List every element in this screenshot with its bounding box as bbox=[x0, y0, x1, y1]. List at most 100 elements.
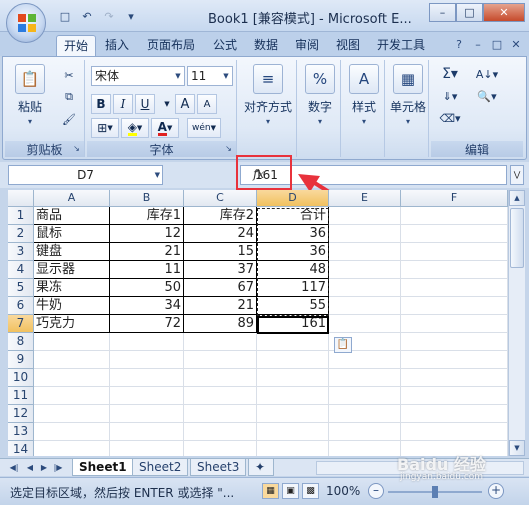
cell[interactable] bbox=[329, 225, 401, 243]
cell[interactable]: 89 bbox=[184, 315, 257, 333]
cell[interactable] bbox=[329, 297, 401, 315]
column-header[interactable]: B bbox=[110, 190, 184, 207]
cell[interactable]: 显示器 bbox=[34, 261, 110, 279]
cell[interactable] bbox=[401, 207, 508, 225]
worksheet-grid[interactable]: A B C D E F 1 商品 库存1 库存2 合计 2 鼠标 12 24 36 3 键盘 21 15 3… bbox=[8, 190, 508, 456]
vertical-scrollbar[interactable]: ▲ ▼ bbox=[508, 190, 525, 456]
office-button[interactable] bbox=[6, 3, 46, 43]
restore-icon[interactable]: □ bbox=[490, 37, 504, 51]
cell[interactable]: 合计 bbox=[257, 207, 329, 225]
row-header[interactable]: 14 bbox=[8, 441, 34, 456]
save-icon[interactable]: □ bbox=[56, 7, 74, 25]
cell[interactable] bbox=[329, 369, 401, 387]
cell[interactable]: 15 bbox=[184, 243, 257, 261]
font-name-select[interactable]: 宋体 ▼ bbox=[91, 66, 185, 86]
zoom-slider[interactable] bbox=[388, 486, 482, 498]
close-icon[interactable]: ✕ bbox=[509, 37, 523, 51]
cell[interactable] bbox=[110, 405, 184, 423]
minimize-icon[interactable]: – bbox=[429, 3, 456, 22]
restore-icon[interactable]: □ bbox=[456, 3, 483, 22]
page-layout-view-icon[interactable]: ▣ bbox=[282, 483, 299, 499]
cell[interactable] bbox=[110, 423, 184, 441]
cell[interactable] bbox=[257, 369, 329, 387]
cell[interactable]: 库存2 bbox=[184, 207, 257, 225]
row-header[interactable]: 5 bbox=[8, 279, 34, 297]
cell[interactable]: 24 bbox=[184, 225, 257, 243]
cell[interactable] bbox=[34, 387, 110, 405]
cell[interactable]: 牛奶 bbox=[34, 297, 110, 315]
cell[interactable] bbox=[110, 441, 184, 456]
row-header[interactable]: 2 bbox=[8, 225, 34, 243]
cell[interactable]: 鼠标 bbox=[34, 225, 110, 243]
expand-formula-icon[interactable]: ⋁ bbox=[510, 165, 524, 185]
cell[interactable] bbox=[34, 423, 110, 441]
zoom-slider-knob[interactable] bbox=[432, 486, 438, 498]
cell[interactable] bbox=[257, 387, 329, 405]
cell[interactable] bbox=[329, 351, 401, 369]
cell[interactable]: 巧克力 bbox=[34, 315, 110, 333]
font-color-button[interactable]: A ▼ bbox=[151, 118, 179, 138]
first-sheet-icon[interactable]: ◀| bbox=[8, 461, 20, 474]
scroll-down-icon[interactable]: ▼ bbox=[509, 440, 525, 456]
row-header[interactable]: 7 bbox=[8, 315, 34, 333]
tab-home[interactable]: 开始 bbox=[56, 35, 97, 56]
cell[interactable]: 12 bbox=[110, 225, 184, 243]
tab-formulas[interactable]: 公式 bbox=[206, 35, 244, 56]
row-header[interactable]: 13 bbox=[8, 423, 34, 441]
fill-color-button[interactable]: ◈ ▼ bbox=[121, 118, 149, 138]
scroll-thumb[interactable] bbox=[510, 208, 524, 268]
zoom-out-icon[interactable]: – bbox=[368, 483, 384, 499]
next-sheet-icon[interactable]: ▶ bbox=[38, 461, 50, 474]
cell[interactable] bbox=[257, 441, 329, 456]
row-header[interactable]: 12 bbox=[8, 405, 34, 423]
cell[interactable] bbox=[184, 351, 257, 369]
cell[interactable] bbox=[401, 261, 508, 279]
row-header[interactable]: 1 bbox=[8, 207, 34, 225]
cell[interactable]: 55 bbox=[257, 297, 329, 315]
cell[interactable] bbox=[329, 387, 401, 405]
cell[interactable] bbox=[184, 441, 257, 456]
redo-icon[interactable]: ↷ bbox=[100, 7, 118, 25]
cell[interactable] bbox=[401, 369, 508, 387]
paste-options-icon[interactable]: 📋 bbox=[334, 337, 352, 353]
row-header[interactable]: 4 bbox=[8, 261, 34, 279]
cell[interactable]: 34 bbox=[110, 297, 184, 315]
cell[interactable]: 36 bbox=[257, 225, 329, 243]
cell[interactable] bbox=[401, 297, 508, 315]
copy-icon[interactable]: ⧉ bbox=[59, 87, 79, 107]
cell[interactable] bbox=[401, 225, 508, 243]
tab-developer[interactable]: 开发工具 bbox=[370, 35, 432, 56]
tab-review[interactable]: 审阅 bbox=[288, 35, 326, 56]
cut-icon[interactable]: ✂ bbox=[59, 65, 79, 85]
number-button[interactable]: % 数字 ▾ bbox=[299, 64, 341, 126]
autosum-icon[interactable]: Σ▾ bbox=[435, 64, 465, 84]
tab-data[interactable]: 数据 bbox=[247, 35, 285, 56]
last-sheet-icon[interactable]: |▶ bbox=[52, 461, 64, 474]
cell[interactable] bbox=[184, 405, 257, 423]
cell[interactable]: 21 bbox=[110, 243, 184, 261]
cell[interactable] bbox=[401, 405, 508, 423]
cell[interactable] bbox=[401, 387, 508, 405]
cell[interactable]: 48 bbox=[257, 261, 329, 279]
cell[interactable] bbox=[184, 333, 257, 351]
cell[interactable] bbox=[34, 333, 110, 351]
paste-button[interactable]: 📋 粘贴 ▾ bbox=[9, 64, 51, 126]
cell[interactable] bbox=[34, 351, 110, 369]
cells-button[interactable]: ▦ 单元格 ▾ bbox=[387, 64, 429, 126]
cell[interactable] bbox=[110, 333, 184, 351]
font-size-select[interactable]: 11 ▼ bbox=[187, 66, 233, 86]
cell[interactable]: 36 bbox=[257, 243, 329, 261]
cell[interactable] bbox=[329, 207, 401, 225]
dialog-launcher-icon[interactable]: ↘ bbox=[71, 144, 82, 155]
find-select-icon[interactable]: 🔍▾ bbox=[471, 86, 503, 106]
cell[interactable]: 67 bbox=[184, 279, 257, 297]
cell[interactable] bbox=[34, 369, 110, 387]
cell[interactable] bbox=[329, 405, 401, 423]
undo-icon[interactable]: ↶ bbox=[78, 7, 96, 25]
styles-button[interactable]: A 样式 ▾ bbox=[343, 64, 385, 126]
cell[interactable] bbox=[110, 387, 184, 405]
chevron-down-icon[interactable]: ▼ bbox=[159, 94, 175, 114]
cell[interactable] bbox=[110, 369, 184, 387]
cell[interactable] bbox=[401, 423, 508, 441]
row-header[interactable]: 3 bbox=[8, 243, 34, 261]
